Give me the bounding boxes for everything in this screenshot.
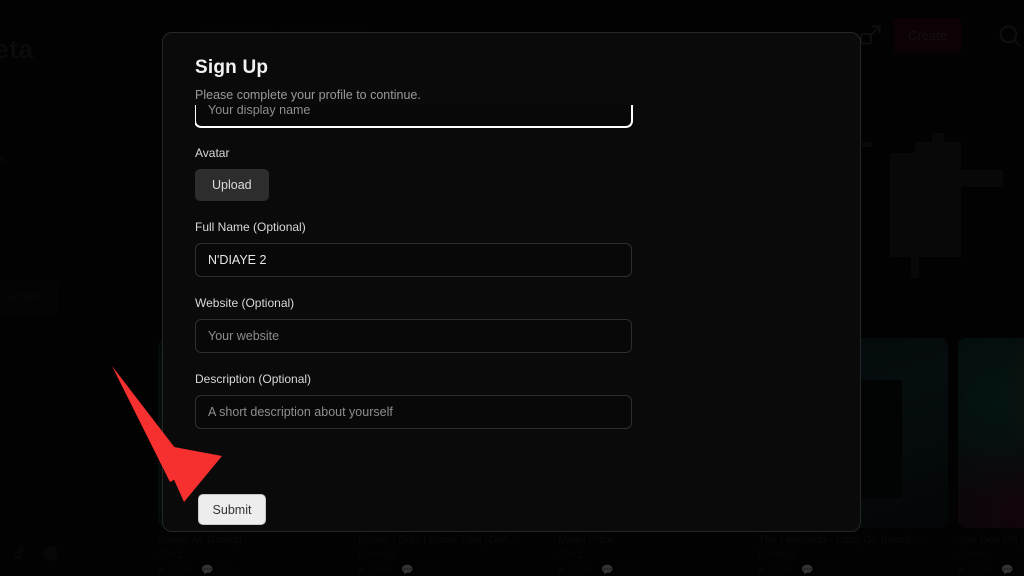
full-name-label: Full Name (Optional) [195,220,306,234]
description-field-group: Description (Optional) A short descripti… [195,372,828,429]
avatar-label: Avatar [195,146,230,160]
description-label: Description (Optional) [195,372,312,386]
submit-button[interactable]: Submit [198,494,266,525]
website-field-group: Website (Optional) Your website [195,296,828,353]
signup-form: Your display name Avatar Upload Full Nam… [195,105,828,531]
modal-subtitle: Please complete your profile to continue… [195,88,421,102]
full-name-field-group: Full Name (Optional) N'DIAYE 2 [195,220,828,277]
display-name-field-group: Your display name [195,105,828,130]
screen: beta ...a song about a new approach Crea… [0,0,1024,576]
modal-title: Sign Up [195,57,269,78]
website-input[interactable]: Your website [195,319,632,353]
avatar-upload-button[interactable]: Upload [195,169,269,201]
full-name-input[interactable]: N'DIAYE 2 [195,243,632,277]
signup-modal: Sign Up Please complete your profile to … [162,32,861,532]
website-label: Website (Optional) [195,296,295,310]
avatar-field-group: Avatar Upload [195,146,828,201]
display-name-input[interactable]: Your display name [195,105,632,127]
description-input[interactable]: A short description about yourself [195,395,632,429]
